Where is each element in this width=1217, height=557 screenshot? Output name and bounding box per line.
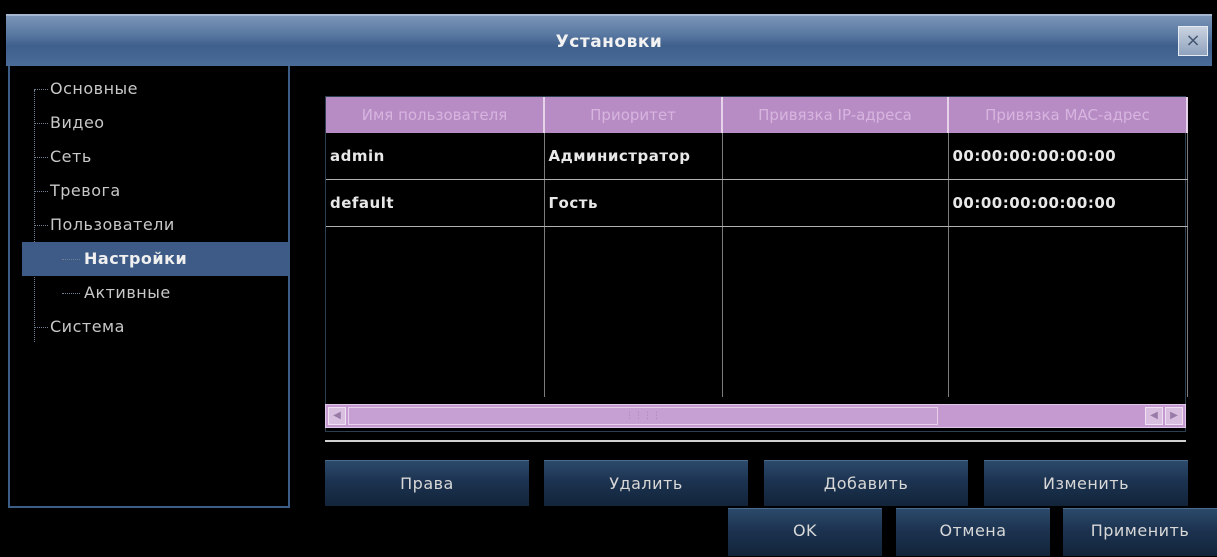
rights-button[interactable]: Права <box>325 460 529 506</box>
table-cell <box>544 226 723 397</box>
table-cell <box>326 226 545 397</box>
scroll-left-arrow-icon[interactable]: ◀ <box>1145 407 1163 425</box>
settings-tree: Основные Видео Сеть Тревога Пользователи Наст… <box>22 72 288 344</box>
table-cell: default <box>326 179 545 227</box>
table-cell <box>722 179 949 227</box>
table-cell <box>722 133 949 180</box>
scroll-left-arrow-icon[interactable]: ◀ <box>328 407 346 425</box>
sidebar-item[interactable]: Видео <box>22 106 288 140</box>
add-button[interactable]: Добавить <box>764 460 968 506</box>
title-bar: Установки × <box>6 14 1212 66</box>
column-header[interactable]: Приоритет <box>544 97 723 133</box>
column-header[interactable]: Привязка IP-адреса <box>722 97 949 133</box>
table-cell: Гость <box>544 179 723 227</box>
column-header[interactable]: Имя пользователя <box>326 97 545 133</box>
table-row[interactable]: admin Администратор 00:00:00:00:00:00 <box>326 133 1188 180</box>
table-cell: Администратор <box>544 133 723 180</box>
table-cell: admin <box>326 133 545 180</box>
scroll-right-arrow-icon[interactable]: ▶ <box>1165 407 1183 425</box>
sidebar-item[interactable]: Основные <box>22 72 288 106</box>
delete-button[interactable]: Удалить <box>544 460 748 506</box>
table-cell: 00:00:00:00:00:00 <box>948 179 1188 227</box>
sidebar-item[interactable]: Настройки <box>22 242 288 276</box>
settings-window: Установки × Основные Видео Сеть Тревога Поль… <box>0 0 1217 557</box>
close-button[interactable]: × <box>1178 26 1208 56</box>
sidebar-item[interactable]: Тревога <box>22 174 288 208</box>
table-header-row: Имя пользователя Приоритет Привязка IP-адр… <box>326 97 1188 133</box>
edit-button[interactable]: Изменить <box>984 460 1188 506</box>
table-cell <box>948 226 1188 397</box>
sidebar-item[interactable]: Система <box>22 310 288 344</box>
column-header[interactable]: Привязка MAC-адрес <box>948 97 1188 133</box>
divider <box>325 440 1186 442</box>
cancel-button[interactable]: Отмена <box>896 508 1050 556</box>
table-empty-area <box>326 226 1188 397</box>
users-table: Имя пользователя Приоритет Привязка IP-адр… <box>325 96 1188 432</box>
window-title: Установки <box>555 32 663 52</box>
table-row[interactable]: default Гость 00:00:00:00:00:00 <box>326 179 1188 227</box>
sidebar-item[interactable]: Сеть <box>22 140 288 174</box>
sidebar-item[interactable]: Активные <box>22 276 288 310</box>
horizontal-scrollbar[interactable]: ◀ ⋮⋮⋮⋮ ◀ ▶ <box>325 404 1186 428</box>
scrollbar-thumb[interactable]: ⋮⋮⋮⋮ <box>348 407 938 425</box>
table-cell <box>722 226 949 397</box>
ok-button[interactable]: OK <box>728 508 882 556</box>
table-body: admin Администратор 00:00:00:00:00:00 defau… <box>326 133 1188 397</box>
table-cell: 00:00:00:00:00:00 <box>948 133 1188 180</box>
apply-button[interactable]: Применить <box>1063 508 1217 556</box>
sidebar-item[interactable]: Пользователи <box>22 208 288 242</box>
